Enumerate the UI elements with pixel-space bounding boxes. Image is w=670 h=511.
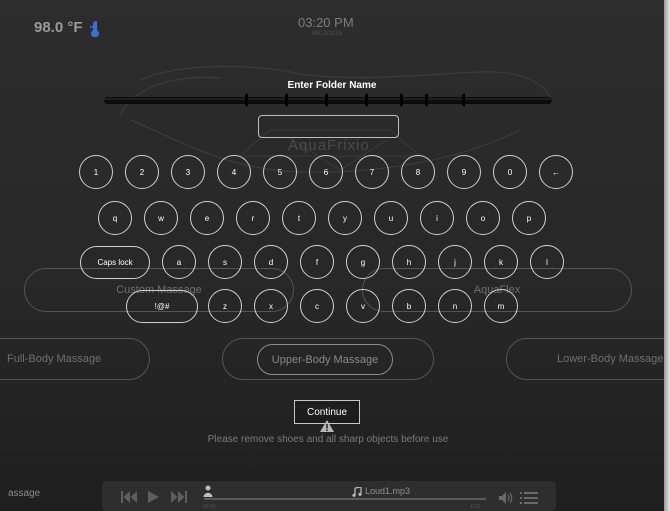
key-7[interactable]: 7 [355, 155, 389, 189]
track-duration: 4:10 [470, 504, 480, 510]
music-note-icon [352, 487, 362, 497]
full-body-massage-label: Full-Body Massage [7, 353, 102, 365]
key-a[interactable]: a [162, 245, 196, 279]
key-9[interactable]: 9 [447, 155, 481, 189]
key-x[interactable]: x [254, 289, 288, 323]
key-y[interactable]: y [328, 201, 362, 235]
lower-body-massage-button[interactable]: Lower-Body Massage [506, 338, 664, 380]
lower-body-massage-label: Lower-Body Massage [557, 353, 664, 365]
key-s[interactable]: s [208, 245, 242, 279]
key-w[interactable]: w [144, 201, 178, 235]
upper-body-massage-label: Upper-Body Massage [271, 353, 379, 366]
key-u[interactable]: u [374, 201, 408, 235]
key-n[interactable]: n [438, 289, 472, 323]
key-k[interactable]: k [484, 245, 518, 279]
temperature-readout: 98.0 °F [34, 19, 83, 36]
track-name: Loud1.mp3 [365, 486, 411, 496]
key-e[interactable]: e [190, 201, 224, 235]
warning-icon [320, 420, 334, 432]
key-i[interactable]: i [420, 201, 454, 235]
key-r[interactable]: r [236, 201, 270, 235]
backspace-key[interactable]: ← [539, 155, 573, 189]
key-p[interactable]: p [512, 201, 546, 235]
key-o[interactable]: o [466, 201, 500, 235]
symbols-key[interactable]: !@# [126, 290, 198, 323]
key-5[interactable]: 5 [263, 155, 297, 189]
thermometer-icon [90, 21, 99, 37]
key-z[interactable]: z [208, 289, 242, 323]
current-program-label: assage [8, 488, 41, 499]
key-f[interactable]: f [300, 245, 334, 279]
key-2[interactable]: 2 [125, 155, 159, 189]
clock-date: 06/13/2025 [312, 31, 343, 37]
key-b[interactable]: b [392, 289, 426, 323]
key-c[interactable]: c [300, 289, 334, 323]
key-0[interactable]: 0 [493, 155, 527, 189]
upper-body-massage-button[interactable]: Upper-Body Massage [257, 344, 393, 375]
play-icon[interactable] [148, 491, 159, 503]
playback-controls [121, 491, 187, 503]
current-time: 00:00 [203, 504, 216, 510]
key-3[interactable]: 3 [171, 155, 205, 189]
key-t[interactable]: t [282, 201, 316, 235]
dialog-title: Enter Folder Name [287, 80, 377, 91]
key-q[interactable]: q [98, 201, 132, 235]
playback-progress-track[interactable] [204, 498, 486, 500]
key-j[interactable]: j [438, 245, 472, 279]
key-4[interactable]: 4 [217, 155, 251, 189]
key-d[interactable]: d [254, 245, 288, 279]
app-screen: 98.0 °F 03:20 PM 06/13/2025 AquaFrixio C… [0, 0, 664, 511]
folder-name-input[interactable] [258, 115, 399, 138]
volume-icon[interactable] [498, 491, 514, 505]
playlist-icon[interactable] [520, 491, 538, 505]
safety-warning-text: Please remove shoes and all sharp object… [207, 434, 449, 445]
key-6[interactable]: 6 [309, 155, 343, 189]
key-h[interactable]: h [392, 245, 426, 279]
key-l[interactable]: l [530, 245, 564, 279]
key-1[interactable]: 1 [79, 155, 113, 189]
brand-logo-text: AquaFrixio [288, 137, 370, 154]
next-track-icon[interactable] [171, 491, 187, 503]
clock-time: 03:20 PM [298, 15, 354, 30]
key-m[interactable]: m [484, 289, 518, 323]
key-8[interactable]: 8 [401, 155, 435, 189]
caps-lock-key[interactable]: Caps lock [80, 246, 150, 279]
user-icon [203, 485, 213, 497]
key-g[interactable]: g [346, 245, 380, 279]
previous-track-icon[interactable] [121, 491, 137, 503]
key-v[interactable]: v [346, 289, 380, 323]
full-body-massage-button[interactable]: Full-Body Massage [0, 338, 150, 380]
window-edge [664, 0, 670, 511]
